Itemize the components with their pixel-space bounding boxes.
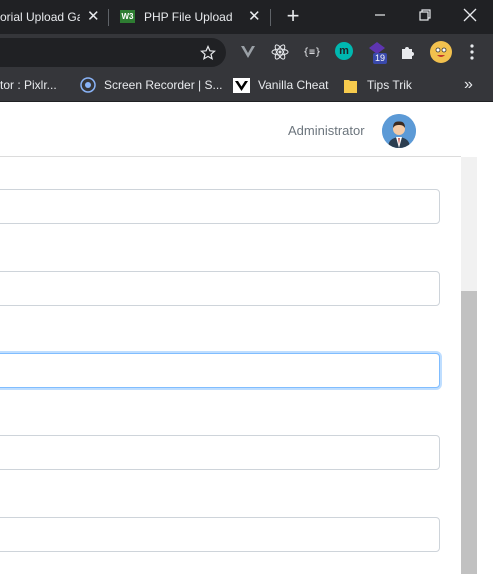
bookmarks-overflow-button[interactable]: » [464, 70, 473, 100]
tab-title: PHP File Upload [144, 10, 233, 24]
extension-badge-count: 19 [373, 53, 388, 64]
vanilla-logo-icon [233, 77, 250, 93]
m-extension-icon[interactable]: m [335, 42, 353, 60]
tab-php-file-upload[interactable]: W3 PHP File Upload ✕ [110, 0, 268, 34]
tab-divider [108, 9, 109, 26]
address-bar[interactable] [0, 38, 226, 67]
bookmark-pixlr[interactable]: tor : Pixlr... [0, 70, 57, 100]
bookmark-vanilla-cheat[interactable]: Vanilla Cheat [233, 70, 329, 100]
folder-icon [344, 79, 357, 93]
tab-title: orial Upload Ga [0, 10, 80, 24]
page-viewport: Administrator [0, 103, 493, 574]
extension-badge-icon[interactable]: 19 [366, 40, 392, 66]
page-right-edge [477, 157, 493, 574]
restore-button[interactable] [411, 0, 439, 30]
bookmark-star-icon[interactable] [198, 43, 218, 63]
minimize-button[interactable] [366, 0, 394, 30]
vue-devtools-icon[interactable] [238, 42, 258, 62]
react-devtools-icon[interactable] [270, 42, 290, 62]
form-input-3-focused[interactable] [0, 353, 440, 388]
close-window-button[interactable] [456, 0, 484, 30]
tab-tutorial-upload[interactable]: orial Upload Ga ✕ [0, 0, 100, 34]
bookmark-screen-recorder[interactable]: Screen Recorder | S... [80, 70, 223, 100]
tab-divider [270, 9, 271, 26]
admin-avatar-icon [382, 114, 416, 148]
browser-toolbar: {≡} m 19 [0, 34, 493, 70]
more-menu-icon[interactable] [466, 42, 478, 62]
user-name[interactable]: Administrator [288, 123, 365, 138]
user-avatar[interactable] [382, 114, 416, 148]
minimize-icon [375, 14, 385, 16]
bookmark-label: Vanilla Cheat [258, 78, 329, 92]
form-input-4[interactable] [0, 435, 440, 470]
extensions-puzzle-icon[interactable] [398, 42, 418, 62]
form-input-1[interactable] [0, 189, 440, 224]
profile-avatar-icon[interactable] [430, 41, 452, 63]
json-viewer-icon[interactable]: {≡} [302, 42, 322, 62]
w3-favicon-icon: W3 [120, 10, 135, 23]
bookmark-label: Screen Recorder | S... [104, 78, 223, 92]
close-icon [463, 8, 477, 22]
close-icon[interactable]: ✕ [248, 9, 261, 24]
bookmark-label: Tips Trik [367, 78, 412, 92]
bookmark-label: tor : Pixlr... [0, 78, 57, 92]
restore-icon [419, 9, 431, 21]
tab-strip: orial Upload Ga ✕ W3 PHP File Upload ✕ + [0, 0, 493, 34]
form-input-5[interactable] [0, 517, 440, 552]
top-navbar: Administrator [0, 103, 461, 157]
bookmark-tips-trik[interactable]: Tips Trik [344, 70, 412, 100]
bookmarks-bar: tor : Pixlr... Screen Recorder | S... Va… [0, 70, 493, 102]
scrollbar-thumb[interactable] [461, 291, 477, 574]
record-icon [80, 77, 96, 93]
close-icon[interactable]: ✕ [87, 9, 100, 24]
new-tab-button[interactable]: + [283, 5, 303, 27]
form-input-2[interactable] [0, 271, 440, 306]
